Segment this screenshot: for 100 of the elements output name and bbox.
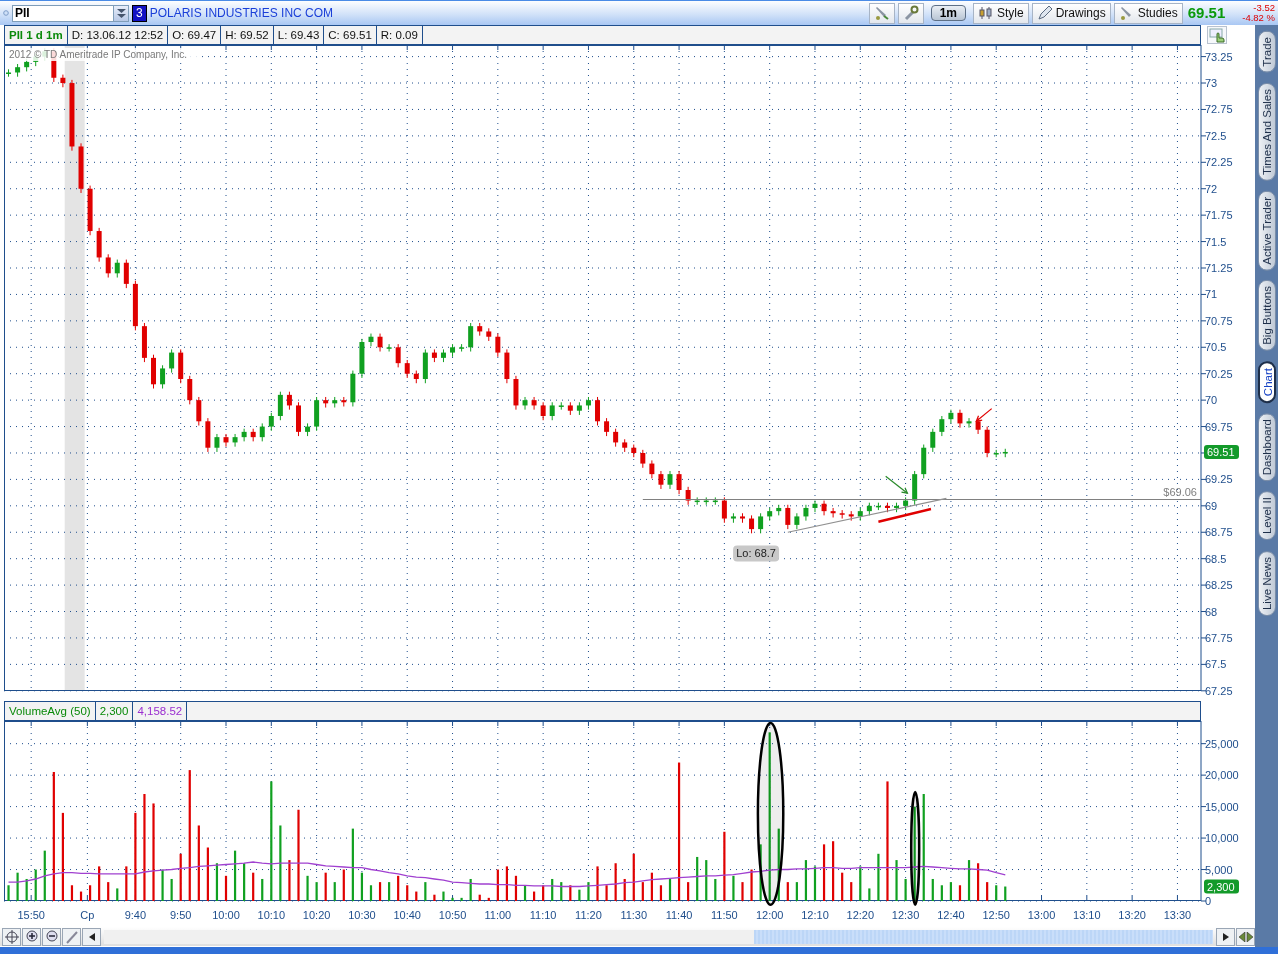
chart-tool-button[interactable] xyxy=(2,927,21,946)
info-field: 2,300 xyxy=(95,702,134,720)
axis-label: 13:30 xyxy=(1163,909,1192,921)
copyright-text: 2012 © TD Ameritrade IP Company, Inc. xyxy=(9,49,187,60)
crosshair-icon xyxy=(4,929,19,944)
axis-label: 69 xyxy=(1205,499,1218,512)
pencil-icon xyxy=(1036,5,1053,21)
axis-label: 72.75 xyxy=(1205,103,1233,116)
info-field: O: 69.47 xyxy=(168,26,222,44)
axis-label: 71.25 xyxy=(1205,262,1233,274)
tool-button[interactable] xyxy=(868,2,895,24)
toolbar-button[interactable]: Drawings xyxy=(1031,2,1111,24)
axis-label: 70 xyxy=(1205,394,1218,407)
zoom-in-icon xyxy=(24,929,39,944)
axis-label: 73 xyxy=(1205,77,1218,90)
sidebar-tab[interactable]: Times And Sales xyxy=(1257,82,1276,181)
axis-label: 10:30 xyxy=(348,909,376,921)
axis-label: 71.75 xyxy=(1205,209,1233,222)
toolbar-button[interactable]: Studies xyxy=(1113,2,1183,24)
scrollbar[interactable] xyxy=(104,929,1213,944)
tool-button[interactable] xyxy=(897,2,924,24)
cursor-button[interactable] xyxy=(1207,26,1227,44)
axis-label: 10,000 xyxy=(1205,832,1239,845)
candlestick-icon xyxy=(977,5,994,21)
symbol-field[interactable]: PII xyxy=(12,4,113,22)
double-caret-icon xyxy=(115,7,127,19)
brush-icon xyxy=(873,5,890,21)
sidebar-tab[interactable]: Dashboard xyxy=(1257,413,1276,482)
axis-label: 71.5 xyxy=(1205,235,1227,248)
chart-tool-button[interactable] xyxy=(22,927,41,946)
axis-label: 10:50 xyxy=(438,909,467,921)
percent-change: -4.82 % xyxy=(1242,13,1275,23)
sidebar-tab[interactable]: Trade xyxy=(1257,31,1276,73)
axis-label: 13:10 xyxy=(1073,909,1101,921)
right-arrow-icon xyxy=(1222,932,1229,941)
info-field: D: 13.06.12 12:52 xyxy=(67,26,169,44)
price-change: -3.52 xyxy=(1253,3,1275,13)
axis-label: 69.25 xyxy=(1205,473,1233,486)
dropdown-button[interactable] xyxy=(113,4,129,22)
info-field: R: 0.09 xyxy=(376,26,423,44)
axis-label: 67.25 xyxy=(1205,684,1233,697)
axis-label: 25,000 xyxy=(1205,737,1239,750)
axis-label: 72 xyxy=(1205,182,1218,195)
sidebar-tab[interactable]: Live News xyxy=(1257,550,1276,616)
scroll-right-button[interactable] xyxy=(1216,927,1235,946)
axis-label: 72.25 xyxy=(1205,156,1233,169)
axis-label: 12:40 xyxy=(937,909,965,921)
axis-label: 9:40 xyxy=(124,909,147,921)
info-field: C: 69.51 xyxy=(324,26,377,44)
expand-button[interactable] xyxy=(1236,927,1255,946)
scroll-left-button[interactable] xyxy=(82,927,101,946)
axis-label: 70.5 xyxy=(1205,341,1227,354)
price-level-label: $69.06 xyxy=(1163,485,1197,498)
zoom-out-icon xyxy=(44,929,59,944)
axis-label: 10:40 xyxy=(393,909,421,921)
sidebar-tab[interactable]: Active Trader xyxy=(1257,190,1276,271)
axis-label: 70.75 xyxy=(1205,314,1233,327)
sidebar-tab[interactable]: Big Buttons xyxy=(1257,280,1276,352)
study-title: VolumeAvg (50) xyxy=(5,702,96,720)
sidebar-tab[interactable]: Chart xyxy=(1257,361,1276,404)
pencil-icon xyxy=(64,929,79,944)
axis-label: 20,000 xyxy=(1205,769,1239,782)
annotation-arrow xyxy=(885,475,909,494)
info-field: 4,158.52 xyxy=(133,702,188,720)
expand-icon xyxy=(1238,931,1253,942)
left-arrow-icon xyxy=(88,932,95,941)
axis-label: 12:30 xyxy=(891,909,920,921)
company-name: POLARIS INDUSTRIES INC COM xyxy=(149,5,334,22)
axis-label: 11:50 xyxy=(711,909,738,921)
circle-icon xyxy=(3,10,9,16)
axis-label: 11:20 xyxy=(575,909,602,921)
last-volume-tag: 2,300 xyxy=(1204,879,1239,894)
axis-label: 70.25 xyxy=(1205,367,1233,380)
axis-label: 12:10 xyxy=(801,909,829,921)
axis-label: 5,000 xyxy=(1205,863,1233,876)
link-group-badge[interactable]: 3 xyxy=(132,4,147,22)
wrench-icon xyxy=(902,5,919,21)
axis-label: 67.5 xyxy=(1205,658,1227,671)
axis-label: 0 xyxy=(1205,895,1212,907)
axis-label: 68.25 xyxy=(1205,579,1233,592)
axis-label: 9:50 xyxy=(170,909,192,921)
axis-label: 71 xyxy=(1205,288,1218,301)
axis-label: 12:20 xyxy=(846,909,875,921)
annotation-arrow xyxy=(975,408,993,423)
toolbar-button[interactable]: Style xyxy=(972,2,1029,24)
axis-label: 10:20 xyxy=(302,909,331,921)
last-price-tag: 69.51 xyxy=(1204,444,1239,459)
axis-label: 69.75 xyxy=(1205,420,1233,433)
chart-title: PII 1 d 1m xyxy=(5,26,68,44)
axis-label: 68.75 xyxy=(1205,526,1233,539)
interval-button[interactable]: 1m xyxy=(930,5,966,21)
axis-label: 68 xyxy=(1205,605,1218,618)
axis-label: Cp xyxy=(80,909,95,921)
axis-label: 73.25 xyxy=(1205,50,1233,63)
chart-tool-button[interactable] xyxy=(42,927,61,946)
sidebar-tab[interactable]: Level II xyxy=(1257,491,1276,541)
axis-label: 10:00 xyxy=(212,909,240,921)
axis-label: 67.75 xyxy=(1205,631,1233,644)
axis-label: 10:10 xyxy=(257,909,286,921)
axis-label: 11:00 xyxy=(484,909,512,921)
